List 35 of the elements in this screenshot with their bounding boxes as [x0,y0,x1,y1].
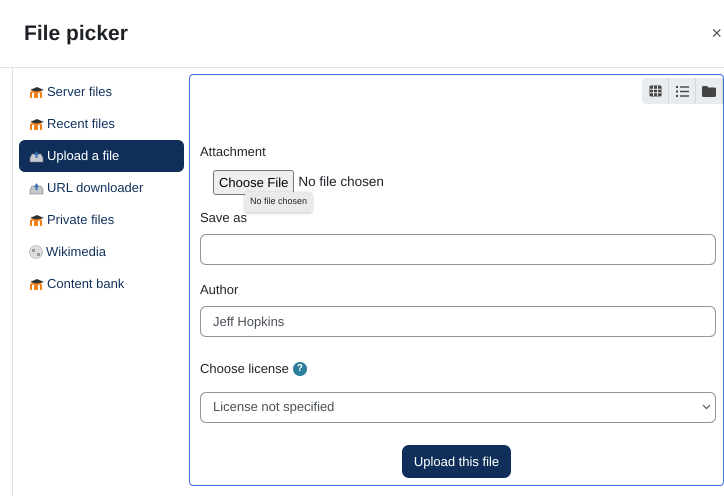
choose-file-button[interactable]: Choose File [213,170,294,195]
view-button[interactable] [669,78,696,104]
folder-icon [702,86,716,96]
field-label: Attachment [200,143,267,161]
tray-icon [29,182,44,194]
grid-icon [648,85,662,97]
author-field[interactable]: Jeff Hopkins [200,306,716,337]
dialog-title: File picker [24,20,128,46]
list-icon [676,86,688,96]
sidebar-item[interactable]: Content bank [19,268,184,300]
view-button[interactable] [696,78,723,104]
sidebar-item[interactable]: Server files [19,76,184,108]
sidebar-item[interactable]: Wikimedia [19,236,184,268]
file-status-text: No file chosen [298,173,384,192]
moodle-logo-icon [29,118,44,130]
sidebar-item[interactable]: Private files [19,204,184,236]
tray-icon [29,150,44,162]
field-label: Save as [200,209,248,227]
sidebar-item[interactable]: Upload a file [19,140,184,172]
sidebar-item[interactable]: Recent files [19,108,184,140]
chevron-icon [702,404,711,410]
moodle-logo-icon [29,86,44,98]
moodle-logo-icon [29,278,44,290]
globe-icon [29,245,43,259]
close-button[interactable]: × [711,20,722,47]
field-label: Author [200,280,240,298]
field-label: Choose license [200,360,289,378]
tooltip: No file chosen [245,192,312,212]
help-icon[interactable]: ? [292,362,307,376]
moodle-logo-icon [29,214,44,226]
upload-button[interactable]: Upload this file [402,444,512,478]
view-button[interactable] [642,78,669,104]
save-as-field[interactable] [200,234,716,264]
license-select[interactable]: License not specified [200,392,716,422]
sidebar-item[interactable]: URL downloader [19,172,184,204]
